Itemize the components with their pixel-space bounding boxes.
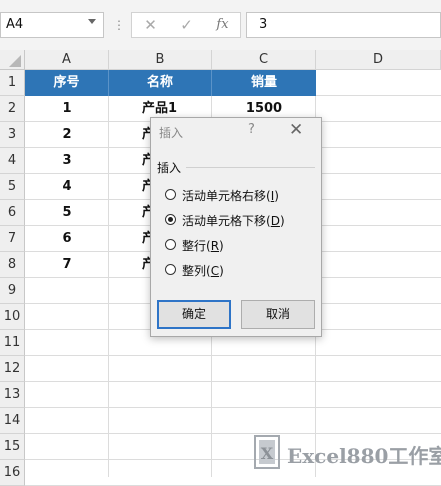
radio-label: 整行(R) bbox=[182, 239, 224, 253]
data-cell[interactable]: 2 bbox=[25, 122, 109, 148]
radio-button[interactable] bbox=[165, 189, 176, 200]
header-cell[interactable]: 销量 bbox=[212, 70, 316, 96]
help-icon[interactable]: ? bbox=[248, 122, 255, 137]
row-gridline bbox=[25, 407, 441, 408]
select-all-icon bbox=[9, 55, 21, 67]
close-icon[interactable]: ✕ bbox=[289, 120, 303, 140]
cancel-entry-icon[interactable]: ✕ bbox=[134, 13, 167, 37]
row-header-7[interactable]: 7 bbox=[0, 226, 25, 252]
row-gridline bbox=[25, 355, 441, 356]
row-gridline bbox=[25, 381, 441, 382]
radio-button[interactable] bbox=[165, 239, 176, 250]
radio-button[interactable] bbox=[165, 264, 176, 275]
data-cell[interactable]: 3 bbox=[25, 148, 109, 174]
row-header-1[interactable]: 1 bbox=[0, 70, 25, 96]
row-header-11[interactable]: 11 bbox=[0, 330, 25, 356]
row-header-16[interactable]: 16 bbox=[0, 460, 25, 486]
radio-label: 活动单元格右移(I) bbox=[182, 189, 279, 203]
row-header-13[interactable]: 13 bbox=[0, 382, 25, 408]
insert-group-label: 插入 bbox=[157, 161, 182, 175]
name-box[interactable]: A4 bbox=[0, 12, 104, 38]
cancel-button[interactable]: 取消 bbox=[241, 300, 315, 329]
watermark: X Excel880工作室 bbox=[251, 432, 441, 472]
row-header-5[interactable]: 5 bbox=[0, 174, 25, 200]
radio-label: 整列(C) bbox=[182, 264, 224, 278]
name-box-dropdown-icon[interactable] bbox=[88, 19, 96, 24]
formula-input[interactable]: 3 bbox=[246, 12, 441, 38]
insert-dialog: 插入 ? ✕ 插入 活动单元格右移(I) 活动单元格下移(D) 整行(R) 整列… bbox=[150, 117, 322, 337]
data-cell[interactable]: 7 bbox=[25, 252, 109, 278]
data-cell[interactable]: 6 bbox=[25, 226, 109, 252]
data-cell[interactable]: 1 bbox=[25, 96, 109, 122]
formula-bar: A4 ⋮ ✕ ✓ fx 3 bbox=[0, 0, 441, 50]
radio-label: 活动单元格下移(D) bbox=[182, 214, 285, 228]
column-header-b[interactable]: B bbox=[109, 50, 212, 70]
column-header-d[interactable]: D bbox=[316, 50, 441, 70]
formula-bar-buttons: ✕ ✓ fx bbox=[131, 12, 241, 38]
data-cell[interactable]: 5 bbox=[25, 200, 109, 226]
row-header-3[interactable]: 3 bbox=[0, 122, 25, 148]
row-header-10[interactable]: 10 bbox=[0, 304, 25, 330]
row-header-6[interactable]: 6 bbox=[0, 200, 25, 226]
column-header-c[interactable]: C bbox=[212, 50, 316, 70]
row-header-2[interactable]: 2 bbox=[0, 96, 25, 122]
row-header-9[interactable]: 9 bbox=[0, 278, 25, 304]
data-cell[interactable]: 4 bbox=[25, 174, 109, 200]
dialog-title: 插入 bbox=[159, 126, 184, 140]
svg-text:X: X bbox=[261, 444, 274, 463]
column-header-a[interactable]: A bbox=[25, 50, 109, 70]
excel880-logo-icon: X bbox=[254, 435, 280, 469]
ok-button[interactable]: 确定 bbox=[157, 300, 231, 329]
confirm-entry-icon[interactable]: ✓ bbox=[170, 13, 203, 37]
header-cell[interactable]: 名称 bbox=[109, 70, 212, 96]
group-divider bbox=[186, 167, 315, 168]
radio-button[interactable] bbox=[165, 214, 176, 225]
row-header-4[interactable]: 4 bbox=[0, 148, 25, 174]
row-header-14[interactable]: 14 bbox=[0, 408, 25, 434]
header-cell[interactable]: 序号 bbox=[25, 70, 109, 96]
formula-bar-resize-handle[interactable]: ⋮ bbox=[113, 14, 125, 36]
row-header-15[interactable]: 15 bbox=[0, 434, 25, 460]
watermark-text: Excel880工作室 bbox=[287, 444, 441, 468]
row-header-8[interactable]: 8 bbox=[0, 252, 25, 278]
row-header-12[interactable]: 12 bbox=[0, 356, 25, 382]
insert-function-button[interactable]: fx bbox=[206, 13, 239, 37]
